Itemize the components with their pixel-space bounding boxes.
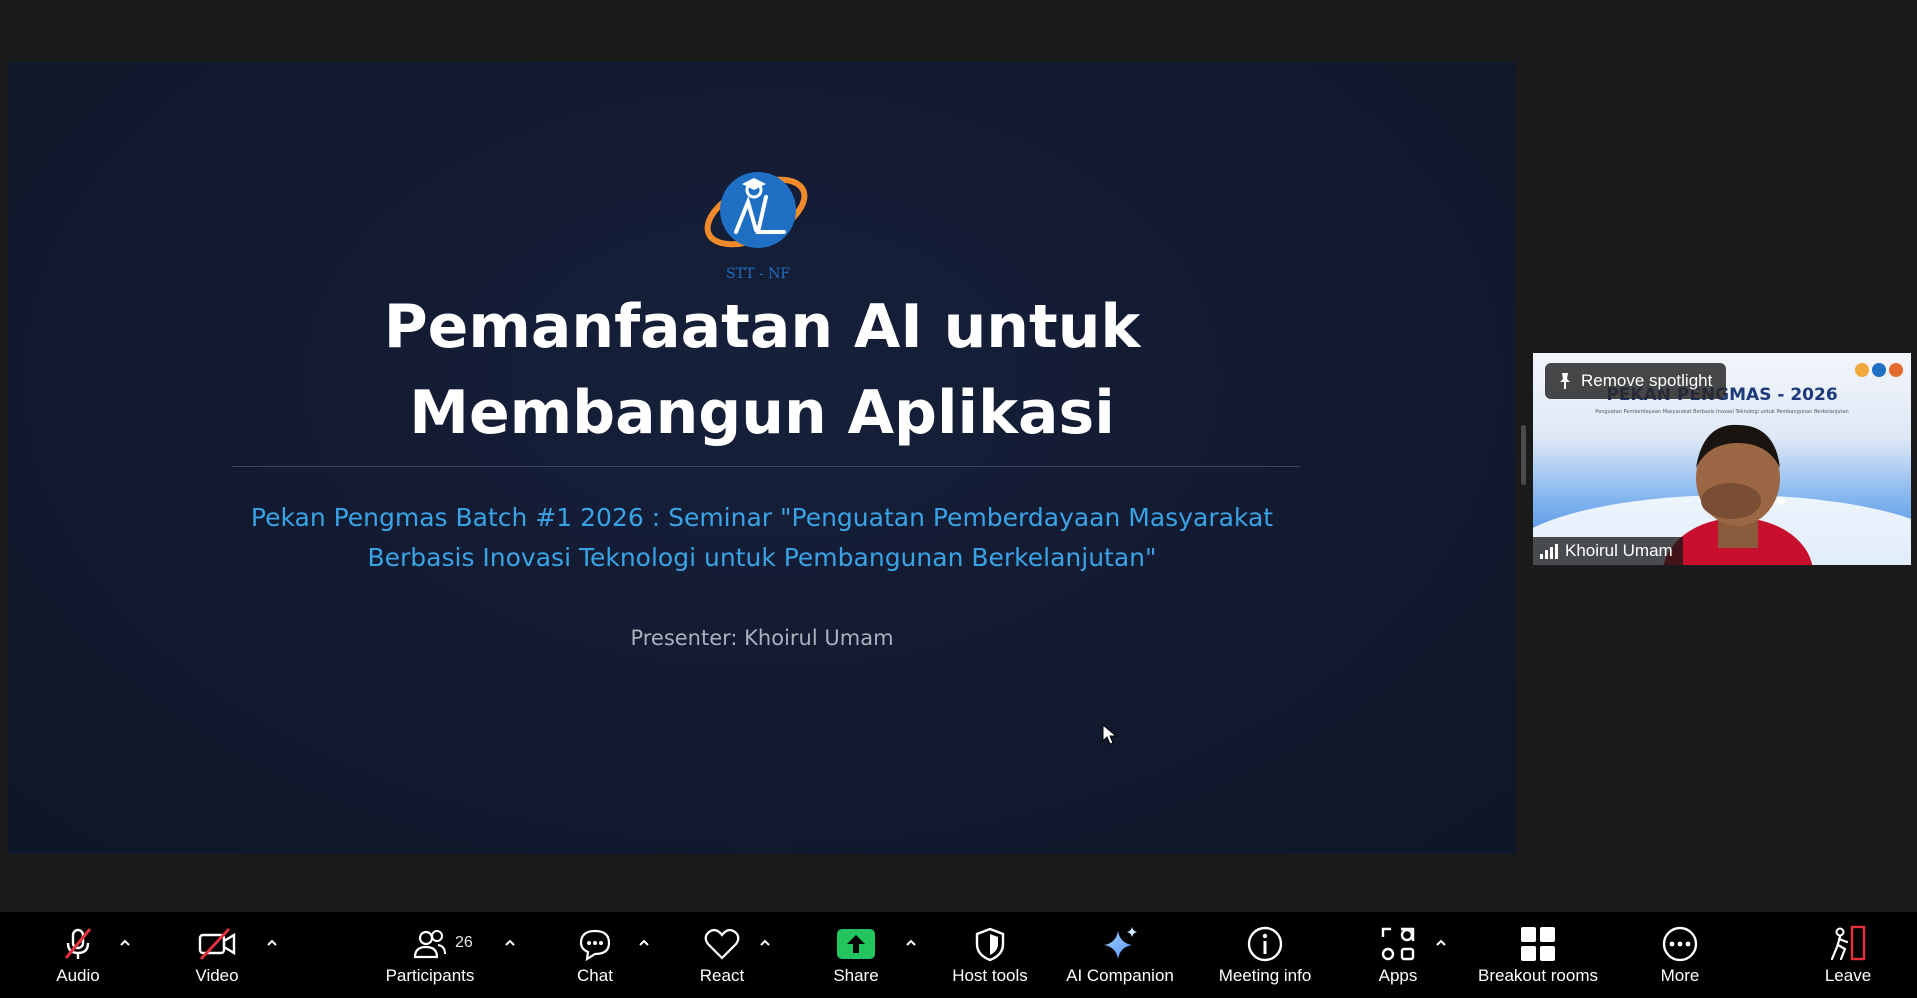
camera-off-icon: [198, 927, 236, 961]
stt-nf-logo: STT - NF: [704, 172, 808, 282]
participant-video-person: [1663, 424, 1813, 565]
svg-text:STT - NF: STT - NF: [726, 266, 790, 282]
share-button[interactable]: Share: [826, 912, 886, 998]
participants-options-caret[interactable]: [502, 934, 518, 950]
ellipsis-icon: [1662, 926, 1698, 962]
video-label: Video: [195, 966, 239, 985]
shared-screen: STT - NF Pemanfaatan AI untuk Membangun …: [8, 62, 1516, 854]
slide-divider: [232, 466, 1300, 467]
chevron-up-icon: [639, 939, 649, 946]
ai-companion-label: AI Companion: [1066, 966, 1174, 985]
audio-label: Audio: [56, 966, 100, 985]
host-tools-button[interactable]: Host tools: [940, 912, 1040, 998]
banner-logos: [1855, 363, 1903, 377]
slide-subtitle-line-2: Berbasis Inovasi Teknologi untuk Pembang…: [367, 543, 1157, 572]
breakout-rooms-button[interactable]: Breakout rooms: [1468, 912, 1608, 998]
microphone-muted-icon: [64, 928, 92, 959]
heart-icon: [704, 928, 740, 960]
audio-button[interactable]: Audio: [43, 912, 113, 998]
remove-spotlight-label: Remove spotlight: [1581, 371, 1713, 390]
remove-spotlight-button[interactable]: Remove spotlight: [1545, 363, 1727, 399]
participants-count: 26: [455, 934, 473, 951]
chat-button[interactable]: Chat: [565, 912, 625, 998]
participants-button[interactable]: Participants: [376, 912, 484, 998]
mouse-cursor-icon: [1102, 724, 1118, 745]
react-options-caret[interactable]: [757, 934, 773, 950]
chat-bubble-icon: [579, 929, 611, 961]
leave-label: Leave: [1824, 966, 1872, 985]
video-button[interactable]: Video: [182, 912, 252, 998]
slide-title-line-2: Membangun Aplikasi: [409, 378, 1115, 448]
signal-bars-icon: [1540, 544, 1558, 559]
share-arrow-icon: [837, 929, 875, 959]
breakout-rooms-label: Breakout rooms: [1478, 966, 1598, 985]
sparkle-icon: [1104, 927, 1137, 959]
share-label: Share: [833, 966, 879, 985]
chat-label: Chat: [577, 966, 613, 985]
panel-resize-handle[interactable]: [1521, 425, 1526, 485]
chevron-up-icon: [120, 939, 130, 946]
meeting-toolbar: Audio Video Participants 26 Chat React S…: [0, 912, 1917, 998]
slide-title: Pemanfaatan AI untuk Membangun Aplikasi: [8, 284, 1516, 456]
react-button[interactable]: React: [692, 912, 752, 998]
chevron-up-icon: [1436, 939, 1446, 946]
share-options-caret[interactable]: [903, 934, 919, 950]
chevron-up-icon: [267, 939, 277, 946]
slide-subtitle: Pekan Pengmas Batch #1 2026 : Seminar "P…: [208, 498, 1316, 578]
apps-label: Apps: [1378, 966, 1418, 985]
video-options-caret[interactable]: [264, 934, 280, 950]
meeting-info-button[interactable]: Meeting info: [1205, 912, 1325, 998]
info-icon: [1247, 926, 1283, 962]
leave-door-icon: [1830, 925, 1866, 961]
apps-grid-icon: [1381, 927, 1415, 961]
slide-title-line-1: Pemanfaatan AI untuk: [383, 292, 1141, 362]
breakout-grid-icon: [1521, 927, 1555, 961]
chat-options-caret[interactable]: [636, 934, 652, 950]
slide-subtitle-line-1: Pekan Pengmas Batch #1 2026 : Seminar "P…: [250, 503, 1274, 532]
more-button[interactable]: More: [1650, 912, 1710, 998]
more-label: More: [1660, 966, 1700, 985]
pin-icon: [1560, 373, 1570, 389]
apps-options-caret[interactable]: [1433, 934, 1449, 950]
chevron-up-icon: [505, 939, 515, 946]
host-tools-label: Host tools: [952, 966, 1028, 985]
apps-button[interactable]: Apps: [1368, 912, 1428, 998]
participants-label: Participants: [385, 966, 475, 985]
participant-video-tile[interactable]: PEKAN PENGMAS - 2026 Penguatan Pemberday…: [1533, 353, 1911, 565]
audio-options-caret[interactable]: [117, 934, 133, 950]
react-label: React: [699, 966, 745, 985]
participant-name: Khoirul Umam: [1565, 541, 1673, 560]
meeting-info-label: Meeting info: [1218, 966, 1312, 985]
people-icon: [413, 930, 446, 959]
participant-name-label: Khoirul Umam: [1533, 537, 1683, 565]
slide-presenter: Presenter: Khoirul Umam: [630, 626, 894, 650]
shield-icon: [975, 927, 1005, 962]
chevron-up-icon: [760, 939, 770, 946]
leave-button[interactable]: Leave: [1818, 912, 1878, 998]
ai-companion-button[interactable]: AI Companion: [1060, 912, 1180, 998]
chevron-up-icon: [906, 939, 916, 946]
